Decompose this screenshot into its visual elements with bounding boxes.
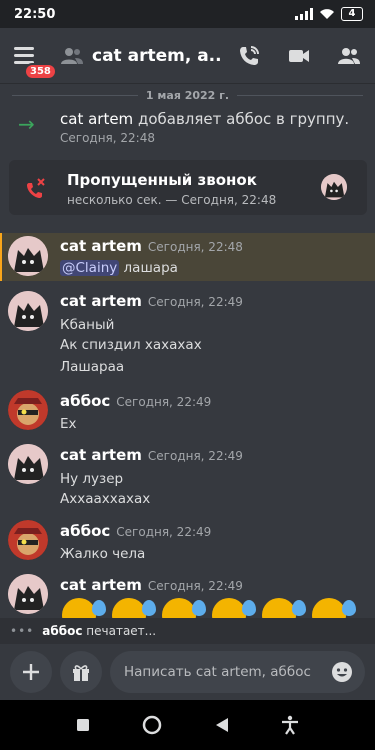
missed-call-title: Пропущенный звонок [67, 171, 257, 189]
plus-icon [23, 664, 39, 680]
accessibility-icon[interactable] [281, 715, 299, 735]
system-message-author[interactable]: cat artem [60, 110, 133, 128]
message-input-box[interactable] [110, 651, 365, 693]
video-call-icon[interactable] [287, 44, 311, 68]
message-author[interactable]: cat artem Сегодня, 22:49 [60, 446, 243, 464]
message-time: Сегодня, 22:49 [147, 295, 243, 309]
missed-call-card[interactable]: Пропущенный звонок несколько сек. — Сего… [9, 160, 367, 215]
message-input[interactable] [124, 664, 331, 680]
home-icon[interactable] [142, 715, 162, 735]
android-nav-bar [0, 700, 375, 750]
message-time: Сегодня, 22:49 [147, 579, 243, 593]
message-text: @Clainy лашара [60, 260, 178, 276]
avatar[interactable] [8, 574, 48, 614]
typing-dots-icon: ••• [10, 624, 35, 638]
message-author[interactable]: cat artem Сегодня, 22:49 [60, 292, 243, 310]
message-text: Лашараа [60, 359, 125, 375]
system-message-timestamp: Сегодня, 22:48 [60, 131, 155, 145]
caller-avatar [321, 174, 347, 200]
message-time: Сегодня, 22:49 [116, 525, 212, 539]
message-group[interactable]: cat artem Сегодня, 22:49 Ну лузер Аххаахх… [0, 442, 375, 510]
system-message-action: добавляет аббос в группу. [137, 110, 350, 128]
emoji-picker-icon[interactable] [331, 661, 353, 683]
members-icon[interactable] [337, 44, 361, 68]
avatar[interactable] [8, 444, 48, 484]
message-group[interactable]: аббос Сегодня, 22:49 Жалко чела [0, 518, 375, 568]
message-time: Сегодня, 22:49 [147, 449, 243, 463]
avatar[interactable] [8, 390, 48, 430]
back-icon[interactable] [215, 717, 229, 733]
message-text: Кбаный [60, 317, 115, 333]
message-text: Ех [60, 416, 77, 432]
typing-user: аббос [42, 624, 83, 638]
message-text: Ак спиздил хахахах [60, 337, 202, 353]
message-author[interactable]: cat artem Сегодня, 22:49 [60, 576, 243, 594]
system-message: → cat artem добавляет аббос в группу. Се… [0, 108, 375, 152]
message-composer [0, 644, 375, 700]
add-attachment-button[interactable] [10, 651, 52, 693]
message-text: Жалко чела [60, 546, 146, 562]
typing-indicator: ••• аббос печатает... [0, 618, 375, 644]
status-icons: 4 [295, 7, 363, 21]
sweat-smile-emoji [110, 598, 156, 618]
sweat-smile-emoji [210, 598, 256, 618]
emoji-row [60, 598, 356, 618]
message-group[interactable]: cat artem Сегодня, 22:49 Кбаный Ак спизди… [0, 288, 375, 378]
user-mention[interactable]: @Clainy [60, 260, 120, 276]
unread-badge: 358 [24, 62, 57, 80]
message-author[interactable]: аббос Сегодня, 22:49 [60, 522, 211, 540]
menu-button[interactable]: 358 [14, 41, 57, 80]
message-time: Сегодня, 22:48 [147, 240, 243, 254]
message-group[interactable]: cat artem Сегодня, 22:48 @Clainy лашара [0, 233, 375, 281]
missed-call-subtitle: несколько сек. — Сегодня, 22:48 [67, 193, 277, 207]
date-separator-text: 1 мая 2022 г. [145, 88, 230, 102]
gift-button[interactable] [60, 651, 102, 693]
signal-icon [295, 8, 313, 20]
message-author[interactable]: cat artem Сегодня, 22:48 [60, 237, 243, 255]
sweat-smile-emoji [260, 598, 306, 618]
arrow-right-icon: → [18, 112, 35, 136]
sweat-smile-emoji [310, 598, 356, 618]
message-group[interactable]: cat artem Сегодня, 22:49 [0, 572, 375, 618]
system-message-text: cat artem добавляет аббос в группу. [60, 110, 349, 128]
sweat-smile-emoji [60, 598, 106, 618]
wifi-icon [320, 9, 334, 19]
status-time: 22:50 [14, 6, 56, 22]
date-separator: 1 мая 2022 г. [12, 86, 364, 104]
avatar[interactable] [8, 291, 48, 331]
status-bar: 22:50 4 [0, 0, 375, 28]
voice-call-icon[interactable] [237, 44, 261, 68]
typing-text: печатает... [86, 624, 157, 638]
message-author[interactable]: аббос Сегодня, 22:49 [60, 392, 211, 410]
avatar[interactable] [8, 520, 48, 560]
chat-header: 358 cat artem, a... [0, 28, 375, 84]
avatar[interactable] [8, 236, 48, 276]
sweat-smile-emoji [160, 598, 206, 618]
message-text: Ну лузер [60, 471, 124, 487]
battery-icon: 4 [341, 7, 363, 21]
chat-title: cat artem, a... [92, 45, 222, 66]
message-text: Аххааххахах [60, 491, 151, 507]
message-group[interactable]: аббос Сегодня, 22:49 Ех [0, 388, 375, 436]
gift-icon [73, 665, 89, 681]
group-icon [61, 47, 83, 64]
missed-call-icon [27, 178, 45, 198]
message-time: Сегодня, 22:49 [116, 395, 212, 409]
recent-apps-icon[interactable] [76, 718, 90, 732]
